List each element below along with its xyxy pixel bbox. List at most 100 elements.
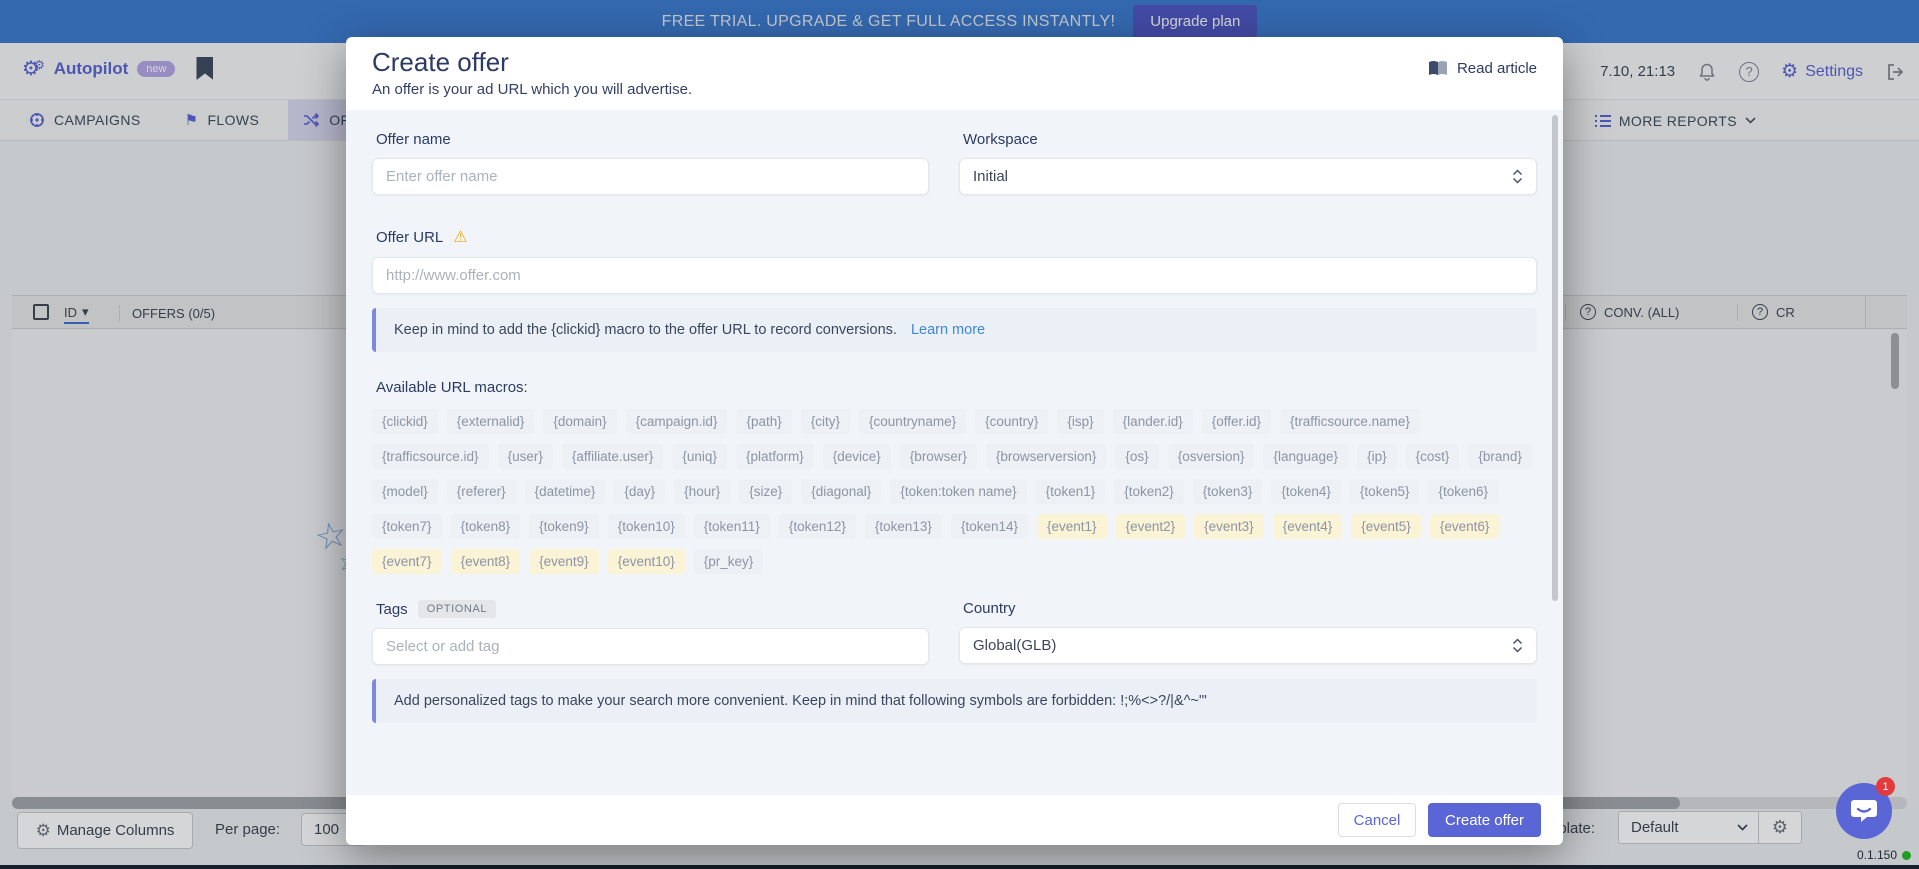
chat-bubble-icon xyxy=(1849,797,1879,825)
macro-chip[interactable]: {externalid} xyxy=(447,409,535,434)
offer-url-label-row: Offer URL ⚠ xyxy=(376,227,1537,247)
macro-chip[interactable]: {browser} xyxy=(900,444,977,469)
macro-chip[interactable]: {token7} xyxy=(372,514,442,539)
macro-chip[interactable]: {uniq} xyxy=(672,444,727,469)
macro-chip[interactable]: {trafficsource.name} xyxy=(1280,409,1420,434)
macro-chip[interactable]: {event7} xyxy=(372,549,442,574)
macro-chip[interactable]: {event9} xyxy=(529,549,599,574)
macro-chip[interactable]: {pr_key} xyxy=(694,549,764,574)
macro-chip[interactable]: {token13} xyxy=(865,514,942,539)
macro-chip[interactable]: {country} xyxy=(975,409,1048,434)
book-icon xyxy=(1428,60,1448,77)
macro-chip[interactable]: {event1} xyxy=(1037,514,1107,539)
macro-chip[interactable]: {browserversion} xyxy=(986,444,1107,469)
macro-chip[interactable]: {affiliate.user} xyxy=(562,444,664,469)
macro-chip[interactable]: {os} xyxy=(1115,444,1158,469)
macro-chip[interactable]: {event8} xyxy=(451,549,521,574)
offer-url-input[interactable] xyxy=(372,257,1537,294)
double-chevron-icon xyxy=(1512,638,1523,653)
macro-chip[interactable]: {brand} xyxy=(1468,444,1532,469)
macro-chip[interactable]: {platform} xyxy=(736,444,814,469)
macro-chip[interactable]: {referer} xyxy=(447,479,516,504)
read-article-link[interactable]: Read article xyxy=(1428,60,1537,77)
create-offer-modal: Create offer An offer is your ad URL whi… xyxy=(346,37,1563,845)
macro-chips: {clickid} {externalid} {domain} {campaign.i… xyxy=(372,409,1537,574)
macro-chip[interactable]: {event3} xyxy=(1194,514,1264,539)
macro-chip[interactable]: {path} xyxy=(736,409,791,434)
country-value: Global(GLB) xyxy=(973,637,1056,654)
macro-chip[interactable]: {ip} xyxy=(1357,444,1397,469)
macro-chip[interactable]: {event4} xyxy=(1273,514,1343,539)
macro-chip[interactable]: {language} xyxy=(1263,444,1348,469)
macro-chip[interactable]: {user} xyxy=(498,444,553,469)
workspace-label: Workspace xyxy=(963,131,1537,148)
macros-label: Available URL macros: xyxy=(376,379,1537,396)
tags-label: Tags xyxy=(376,601,408,618)
macro-chip[interactable]: {token14} xyxy=(951,514,1028,539)
macro-chip[interactable]: {diagonal} xyxy=(801,479,881,504)
macro-chip[interactable]: {isp} xyxy=(1057,409,1103,434)
version-indicator: 0.1.150 xyxy=(1857,848,1911,862)
macro-chip[interactable]: {datetime} xyxy=(525,479,606,504)
macro-chip[interactable]: {hour} xyxy=(674,479,730,504)
macro-chip[interactable]: {countryname} xyxy=(859,409,966,434)
macro-chip[interactable]: {event6} xyxy=(1430,514,1500,539)
double-chevron-icon xyxy=(1512,169,1523,184)
workspace-select[interactable]: Initial xyxy=(959,158,1537,195)
macro-chip[interactable]: {model} xyxy=(372,479,438,504)
modal-footer: Cancel Create offer xyxy=(346,795,1563,845)
macro-chip[interactable]: {token4} xyxy=(1271,479,1341,504)
learn-more-link[interactable]: Learn more xyxy=(911,322,985,338)
macro-chip[interactable]: {token3} xyxy=(1193,479,1263,504)
macro-chip[interactable]: {token1} xyxy=(1036,479,1106,504)
workspace-value: Initial xyxy=(973,168,1008,185)
macro-chip[interactable]: {token10} xyxy=(608,514,685,539)
macro-chip[interactable]: {token:token name} xyxy=(890,479,1026,504)
modal-header: Create offer An offer is your ad URL whi… xyxy=(346,37,1563,110)
offer-name-label: Offer name xyxy=(376,131,929,148)
macro-chip[interactable]: {osversion} xyxy=(1168,444,1255,469)
offer-url-label: Offer URL xyxy=(376,229,443,246)
macro-chip[interactable]: {event2} xyxy=(1116,514,1186,539)
clickid-note: Keep in mind to add the {clickid} macro … xyxy=(394,322,897,338)
macro-chip[interactable]: {cost} xyxy=(1406,444,1460,469)
macro-chip[interactable]: {city} xyxy=(801,409,850,434)
optional-badge: OPTIONAL xyxy=(418,600,496,618)
macro-chip[interactable]: {token8} xyxy=(451,514,521,539)
macro-chip[interactable]: {token6} xyxy=(1428,479,1498,504)
read-article-label: Read article xyxy=(1457,60,1537,77)
macro-chip[interactable]: {device} xyxy=(823,444,891,469)
macro-chip[interactable]: {lander.id} xyxy=(1113,409,1193,434)
macro-chip[interactable]: {event10} xyxy=(608,549,685,574)
macro-chip[interactable]: {clickid} xyxy=(372,409,438,434)
macro-chip[interactable]: {campaign.id} xyxy=(626,409,728,434)
cancel-button[interactable]: Cancel xyxy=(1338,803,1416,837)
clickid-infobox: Keep in mind to add the {clickid} macro … xyxy=(372,308,1537,352)
modal-scrollbar[interactable] xyxy=(1552,115,1558,601)
status-dot xyxy=(1902,851,1911,860)
tags-label-row: Tags OPTIONAL xyxy=(376,600,929,618)
macro-chip[interactable]: {token2} xyxy=(1114,479,1184,504)
create-offer-button[interactable]: Create offer xyxy=(1428,803,1541,837)
offer-name-input[interactable] xyxy=(372,158,929,195)
macro-chip[interactable]: {day} xyxy=(614,479,665,504)
tags-note: Add personalized tags to make your searc… xyxy=(394,693,1207,709)
country-select[interactable]: Global(GLB) xyxy=(959,627,1537,664)
country-label: Country xyxy=(963,600,1537,617)
macro-chip[interactable]: {trafficsource.id} xyxy=(372,444,489,469)
chat-unread-badge: 1 xyxy=(1876,777,1895,796)
macro-chip[interactable]: {event5} xyxy=(1351,514,1421,539)
macro-chip[interactable]: {token9} xyxy=(529,514,599,539)
macro-chip[interactable]: {token11} xyxy=(694,514,770,539)
version-label: 0.1.150 xyxy=(1857,848,1897,862)
tags-input[interactable] xyxy=(372,628,929,665)
modal-title: Create offer xyxy=(372,47,1537,78)
macro-chip[interactable]: {token5} xyxy=(1350,479,1420,504)
macro-chip[interactable]: {domain} xyxy=(543,409,616,434)
modal-subtitle: An offer is your ad URL which you will a… xyxy=(372,81,1537,98)
modal-body: Offer name Workspace Initial Offer URL ⚠… xyxy=(346,110,1563,795)
macro-chip[interactable]: {token12} xyxy=(779,514,856,539)
warning-icon: ⚠ xyxy=(453,227,467,247)
macro-chip[interactable]: {offer.id} xyxy=(1202,409,1271,434)
macro-chip[interactable]: {size} xyxy=(739,479,792,504)
